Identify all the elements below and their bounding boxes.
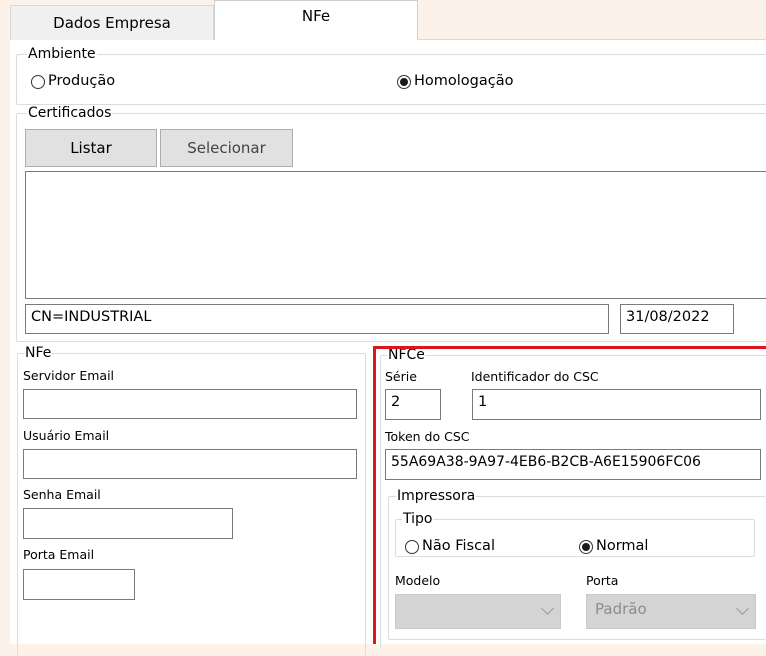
certificados-legend: Certificados [28, 105, 112, 121]
listar-button-label: Listar [70, 139, 112, 157]
certificates-list[interactable] [25, 171, 766, 299]
listar-button[interactable]: Listar [25, 129, 157, 167]
selecionar-button-label: Selecionar [187, 139, 266, 157]
nfce-highlight-frame [373, 346, 766, 644]
tab-dados-empresa-label: Dados Empresa [53, 14, 171, 32]
servidor-email-label: Servidor Email [23, 368, 115, 383]
porta-email-input[interactable] [23, 569, 135, 600]
ambiente-group: Ambiente [16, 47, 766, 105]
usuario-email-label: Usuário Email [23, 428, 110, 443]
certificate-cn-field[interactable]: CN=INDUSTRIAL [25, 304, 609, 334]
tab-strip: Dados Empresa NFe [0, 0, 766, 40]
tab-nfe[interactable]: NFe [214, 0, 418, 40]
producao-label[interactable]: Produção [48, 73, 115, 89]
selecionar-button[interactable]: Selecionar [160, 129, 293, 167]
servidor-email-input[interactable] [23, 389, 357, 419]
certificate-date-field[interactable]: 31/08/2022 [620, 304, 734, 334]
producao-radio[interactable] [31, 75, 45, 89]
ambiente-legend: Ambiente [28, 46, 96, 62]
porta-email-label: Porta Email [23, 547, 95, 562]
usuario-email-input[interactable] [23, 449, 357, 479]
homologacao-radio[interactable] [397, 75, 411, 89]
senha-email-input[interactable] [23, 508, 233, 539]
homologacao-label[interactable]: Homologação [414, 73, 514, 89]
senha-email-label: Senha Email [23, 487, 101, 502]
tab-nfe-label: NFe [301, 7, 331, 25]
tab-dados-empresa[interactable]: Dados Empresa [10, 5, 214, 40]
nfe-email-legend: NFe [25, 345, 52, 361]
